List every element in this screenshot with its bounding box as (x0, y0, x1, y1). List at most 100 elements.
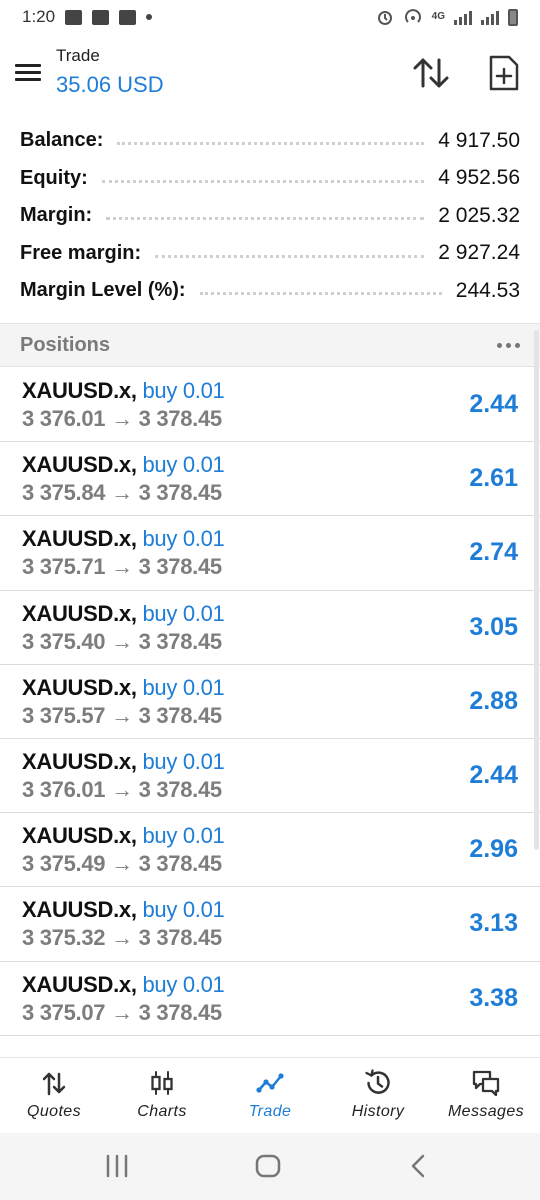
position-row[interactable]: XAUUSD.x, buy 0.01 3 375.49 → 3 378.45 2… (0, 813, 540, 888)
position-row[interactable]: XAUUSD.x, buy 0.01 3 375.71 → 3 378.45 2… (0, 516, 540, 591)
history-icon (365, 1069, 390, 1094)
position-symbol: XAUUSD.x, (22, 674, 137, 700)
balance-value: 4 917.50 (438, 128, 520, 152)
position-symbol: XAUUSD.x, (22, 600, 137, 626)
gallery-notification-icon (65, 9, 83, 25)
nav-history[interactable]: History (324, 1058, 432, 1133)
position-type: buy 0.01 (142, 600, 225, 626)
battery-icon (508, 8, 518, 26)
nav-messages-label: Messages (447, 1103, 525, 1120)
margin-label: Margin: (20, 204, 93, 227)
position-row[interactable]: XAUUSD.x, buy 0.01 3 375.57 → 3 378.45 2… (0, 665, 540, 739)
free-margin-value: 2 927.24 (438, 241, 520, 265)
position-profit: 3.13 (469, 909, 518, 938)
open-price: 3 376.01 (22, 406, 106, 431)
nav-history-label: History (351, 1103, 405, 1120)
open-price: 3 375.71 (22, 554, 106, 580)
position-profit: 2.96 (469, 835, 518, 864)
position-profit: 2.88 (469, 686, 518, 715)
sort-icon[interactable] (412, 56, 450, 90)
equity-value: 4 952.56 (438, 166, 520, 190)
open-price: 3 375.07 (22, 999, 106, 1025)
positions-title: Positions (20, 333, 111, 356)
signal-strength-icon (454, 10, 472, 25)
bottom-navigation: Quotes Charts Trade History Messages (0, 1057, 540, 1133)
signal-strength-2-icon (481, 10, 499, 25)
position-symbol: XAUUSD.x, (22, 452, 137, 478)
open-price: 3 375.32 (22, 925, 106, 951)
nav-charts[interactable]: Charts (108, 1058, 216, 1133)
nav-quotes[interactable]: Quotes (0, 1058, 108, 1133)
position-type: buy 0.01 (142, 452, 225, 478)
position-profit: 2.74 (469, 538, 518, 567)
system-navigation-bar (0, 1133, 540, 1200)
arrow-icon: → (111, 999, 133, 1025)
back-icon[interactable] (405, 1151, 431, 1181)
positions-header: Positions (0, 323, 540, 367)
position-row[interactable]: XAUUSD.x, buy 0.01 3 375.40 → 3 378.45 3… (0, 591, 540, 665)
current-price: 3 378.45 (138, 554, 223, 580)
current-price: 3 378.45 (138, 925, 223, 951)
new-order-icon[interactable] (487, 54, 521, 92)
margin-level-value: 244.53 (455, 278, 520, 302)
position-symbol: XAUUSD.x, (22, 971, 137, 997)
charts-icon (151, 1071, 173, 1095)
arrow-icon: → (111, 480, 133, 506)
scrollbar[interactable] (534, 330, 539, 850)
nav-charts-label: Charts (137, 1103, 187, 1120)
position-symbol: XAUUSD.x, (22, 823, 137, 849)
nav-trade[interactable]: Trade (216, 1058, 324, 1133)
hotspot-icon (404, 9, 421, 23)
margin-value: 2 025.32 (438, 203, 520, 227)
quotes-icon (42, 1072, 66, 1096)
menu-icon[interactable] (15, 62, 43, 84)
margin-level-row: Margin Level (%): 244.53 (0, 272, 540, 310)
arrow-icon: → (111, 406, 133, 431)
dotted-leader (106, 217, 425, 221)
arrow-icon: → (111, 702, 133, 728)
nav-messages[interactable]: Messages (432, 1058, 540, 1133)
current-price: 3 378.45 (138, 999, 223, 1025)
equity-row: Equity: 4 952.56 (0, 160, 540, 198)
dotted-leader (199, 292, 442, 296)
position-row[interactable]: XAUUSD.x, buy 0.01 3 376.01 → 3 378.45 2… (0, 739, 540, 814)
total-profit: 35.06 USD (56, 72, 164, 97)
position-type: buy 0.01 (142, 897, 225, 923)
current-price: 3 378.45 (138, 776, 223, 802)
recent-apps-icon[interactable] (104, 1151, 130, 1181)
viber-notification-icon (92, 9, 110, 25)
current-price: 3 378.45 (138, 702, 223, 728)
nav-quotes-label: Quotes (27, 1103, 81, 1120)
open-price: 3 375.40 (22, 628, 106, 654)
folder-notification-icon (119, 9, 137, 25)
account-summary: Balance: 4 917.50 Equity: 4 952.56 Margi… (0, 122, 540, 310)
current-price: 3 378.45 (138, 406, 223, 431)
app-header: Trade 35.06 USD (0, 34, 540, 116)
position-profit: 2.44 (469, 760, 518, 789)
more-options-icon[interactable] (497, 337, 520, 354)
position-row[interactable]: XAUUSD.x, buy 0.01 3 376.01 → 3 378.45 2… (0, 368, 540, 443)
position-type: buy 0.01 (142, 971, 225, 997)
equity-label: Equity: (20, 166, 88, 189)
current-price: 3 378.45 (138, 628, 223, 654)
status-bar: 1:20 4G (0, 0, 540, 34)
arrow-icon: → (111, 925, 133, 951)
position-row[interactable]: XAUUSD.x, buy 0.01 3 375.32 → 3 378.45 3… (0, 887, 540, 962)
open-price: 3 375.57 (22, 702, 106, 728)
position-symbol: XAUUSD.x, (22, 748, 137, 774)
positions-list: XAUUSD.x, buy 0.01 3 376.01 → 3 378.45 2… (0, 368, 540, 1036)
position-profit: 3.38 (469, 983, 518, 1012)
position-profit: 2.44 (469, 390, 518, 418)
free-margin-row: Free margin: 2 927.24 (0, 235, 540, 273)
balance-row: Balance: 4 917.50 (0, 122, 540, 160)
position-type: buy 0.01 (142, 748, 225, 774)
position-row[interactable]: XAUUSD.x, buy 0.01 3 375.07 → 3 378.45 3… (0, 962, 540, 1036)
margin-level-label: Margin Level (%): (20, 279, 186, 302)
more-notifications-icon (146, 14, 153, 20)
arrow-icon: → (111, 851, 133, 877)
home-icon[interactable] (253, 1151, 283, 1181)
status-time: 1:20 (22, 7, 56, 26)
free-margin-label: Free margin: (20, 241, 142, 264)
arrow-icon: → (111, 554, 133, 580)
position-row[interactable]: XAUUSD.x, buy 0.01 3 375.84 → 3 378.45 2… (0, 442, 540, 517)
